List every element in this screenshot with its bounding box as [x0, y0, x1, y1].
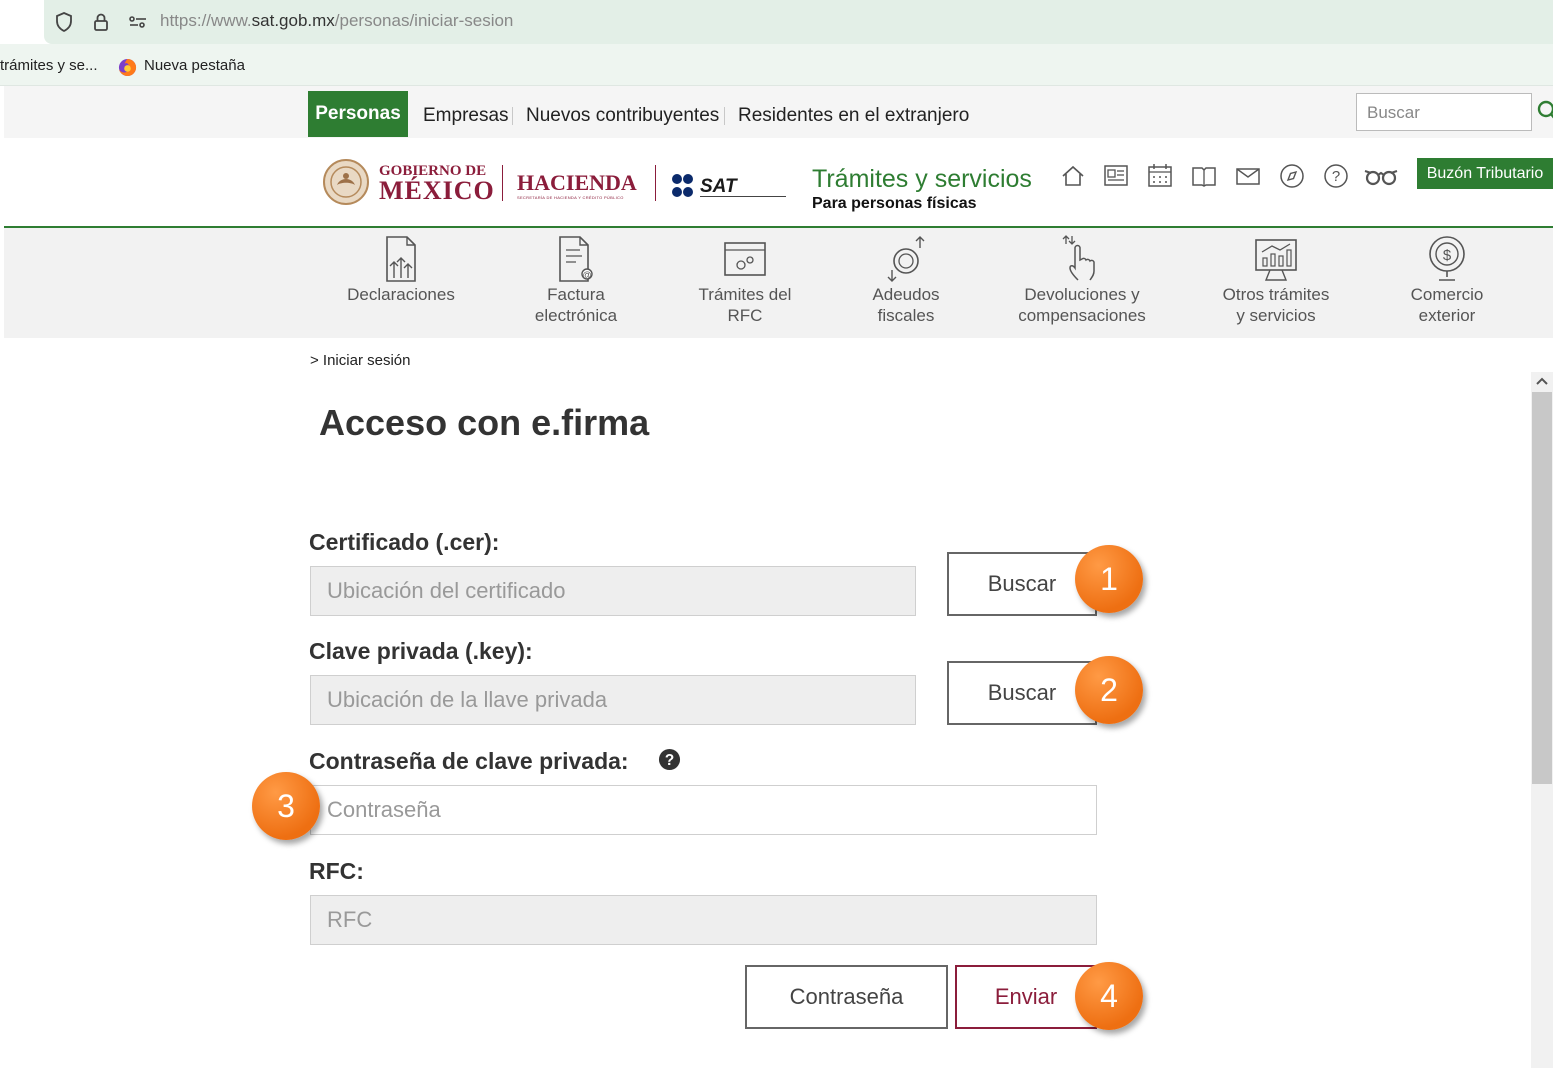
service-label: Devoluciones y compensaciones: [1018, 285, 1146, 325]
svg-text:$: $: [1443, 247, 1452, 264]
search-icon[interactable]: [1536, 100, 1553, 122]
buzon-tributario-button[interactable]: Buzón Tributario: [1417, 158, 1553, 189]
header-separator: [502, 165, 503, 201]
news-icon[interactable]: [1102, 162, 1130, 190]
header-separator: [655, 165, 656, 201]
help-icon[interactable]: ?: [1322, 162, 1350, 190]
contrasena-button[interactable]: Contraseña: [745, 965, 948, 1029]
site-search-input[interactable]: Buscar: [1356, 93, 1532, 131]
declaraciones-icon: [386, 236, 416, 282]
nav-nuevos-contribuyentes[interactable]: Nuevos contribuyentes: [526, 105, 719, 127]
service-factura-electronica[interactable]: @ Factura electrónica: [496, 234, 656, 326]
lock-icon[interactable]: [89, 10, 113, 34]
url-host: sat.gob.mx: [251, 11, 335, 30]
certificado-label: Certificado (.cer):: [309, 529, 500, 555]
home-icon[interactable]: [1059, 162, 1087, 190]
glasses-icon[interactable]: [1363, 162, 1399, 190]
nav-separator: [724, 107, 725, 125]
mail-icon[interactable]: [1234, 162, 1262, 190]
factura-icon: @: [559, 236, 593, 282]
nav-personas[interactable]: Personas: [308, 91, 408, 137]
svg-text:?: ?: [665, 752, 674, 769]
sat-underline: [700, 196, 786, 198]
compass-icon[interactable]: [1278, 162, 1306, 190]
url-prefix: https://www.: [160, 11, 252, 30]
scroll-up-icon[interactable]: [1533, 372, 1551, 390]
page-title: Acceso con e.firma: [319, 402, 650, 443]
shield-icon[interactable]: [52, 10, 76, 34]
gobierno-seal-icon: [323, 159, 369, 205]
certificado-input[interactable]: Ubicación del certificado: [310, 566, 916, 616]
step-marker-3: 3: [252, 772, 320, 840]
service-tramites-rfc[interactable]: Trámites del RFC: [665, 234, 825, 326]
calendar-icon[interactable]: [1146, 162, 1174, 190]
svg-text:?: ?: [1332, 168, 1340, 185]
service-label: Adeudos fiscales: [872, 285, 940, 325]
permissions-icon[interactable]: [126, 10, 150, 34]
gobierno-line2: MÉXICO: [379, 176, 495, 205]
rfc-icon: [724, 242, 766, 276]
contrasena-label: Contraseña de clave privada:: [309, 748, 629, 774]
url-text[interactable]: https://www.sat.gob.mx/personas/iniciar-…: [160, 11, 513, 31]
service-devoluciones[interactable]: Devoluciones y compensaciones: [992, 234, 1172, 326]
section-subtitle: Para personas físicas: [812, 195, 977, 212]
section-title: Trámites y servicios: [812, 165, 1032, 193]
devoluciones-icon: [1062, 235, 1095, 281]
otros-icon: [1255, 239, 1297, 281]
comercio-icon: $: [1429, 236, 1465, 281]
service-label: Trámites del RFC: [698, 285, 792, 325]
rfc-label: RFC:: [309, 858, 364, 884]
sat-logo-icon: [672, 174, 693, 197]
hacienda-logo[interactable]: HACIENDA: [517, 170, 637, 196]
service-label: Otros trámites y servicios: [1222, 285, 1330, 325]
bookmark-tramites[interactable]: trámites y se...: [0, 57, 98, 74]
rfc-input[interactable]: RFC: [310, 895, 1097, 945]
book-icon[interactable]: [1190, 162, 1218, 190]
step-marker-2: 2: [1075, 656, 1143, 724]
url-path: /personas/iniciar-sesion: [334, 11, 514, 30]
firefox-icon: [118, 58, 137, 77]
breadcrumb[interactable]: > Iniciar sesión: [310, 352, 410, 369]
service-label: Declaraciones: [347, 285, 455, 304]
service-comercio-exterior[interactable]: $ Comercio exterior: [1382, 234, 1512, 326]
sat-logo-text[interactable]: SAT: [700, 176, 737, 198]
hacienda-subtitle: SECRETARÍA DE HACIENDA Y CRÉDITO PÚBLICO: [517, 195, 624, 200]
step-marker-1: 1: [1075, 545, 1143, 613]
contrasena-input[interactable]: Contraseña: [310, 785, 1097, 835]
nav-empresas[interactable]: Empresas: [423, 105, 509, 127]
service-otros-tramites[interactable]: Otros trámites y servicios: [1196, 234, 1356, 326]
bookmark-nueva-pestana[interactable]: Nueva pestaña: [144, 57, 245, 74]
service-label: Comercio exterior: [1410, 285, 1484, 325]
scrollbar-thumb[interactable]: [1532, 392, 1552, 784]
nav-separator: [512, 107, 513, 125]
svg-text:@: @: [582, 270, 591, 280]
service-label: Factura electrónica: [534, 285, 618, 325]
adeudos-icon: [887, 236, 925, 282]
clave-privada-label: Clave privada (.key):: [309, 638, 533, 664]
question-circle-icon[interactable]: ?: [658, 748, 681, 771]
nav-residentes-extranjero[interactable]: Residentes en el extranjero: [738, 105, 969, 127]
step-marker-4: 4: [1075, 962, 1143, 1030]
service-adeudos-fiscales[interactable]: Adeudos fiscales: [846, 234, 966, 326]
service-declaraciones[interactable]: Declaraciones: [321, 234, 481, 305]
clave-privada-input[interactable]: Ubicación de la llave privada: [310, 675, 916, 725]
